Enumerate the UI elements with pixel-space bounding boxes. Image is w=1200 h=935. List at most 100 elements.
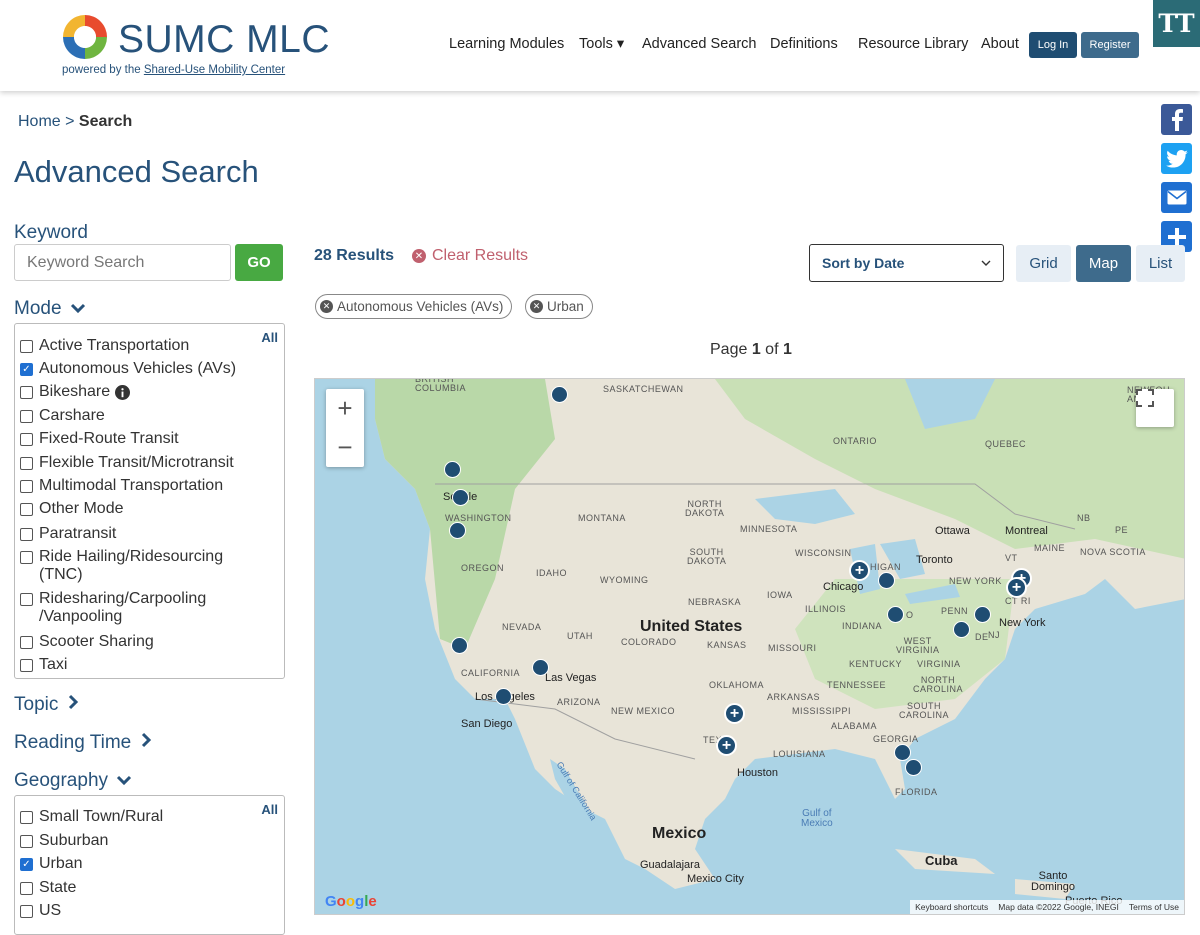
mode-option-carshare[interactable]: Carshare [20,407,105,425]
remove-chip-icon[interactable]: ✕ [320,300,333,313]
map-pin[interactable] [894,744,911,761]
filter-chip-urban[interactable]: ✕ Urban [525,294,593,319]
map-pin[interactable] [974,606,991,623]
checkbox[interactable] [20,811,33,824]
nav-learning-modules[interactable]: Learning Modules [449,36,564,52]
google-logo[interactable]: Google [325,893,377,910]
mode-toggle[interactable]: Mode [14,298,86,320]
facebook-share[interactable] [1161,104,1192,135]
remove-chip-icon[interactable]: ✕ [530,300,543,313]
mode-all-link[interactable]: All [261,330,278,345]
mode-option-ride-hailing[interactable]: Ride Hailing/Ridesourcing (TNC) [20,548,250,584]
filter-chip-avs[interactable]: ✕ Autonomous Vehicles (AVs) [315,294,513,319]
twitter-share[interactable] [1161,143,1192,174]
terms-of-use-link[interactable]: Terms of Use [1124,902,1184,912]
nav-resource-library[interactable]: Resource Library [858,36,968,52]
geo-option-state[interactable]: State [20,879,76,897]
map-label-mexico: Mexico [652,825,707,842]
nav-tools[interactable]: Tools ▾ [579,36,624,52]
map-pin[interactable] [551,386,568,403]
page-prefix: Page [710,341,752,358]
geo-option-suburban[interactable]: Suburban [20,832,108,850]
list-view-button[interactable]: List [1136,245,1185,282]
map-pin[interactable] [905,759,922,776]
checkbox[interactable] [20,636,33,649]
sumc-logo-icon[interactable] [60,12,110,62]
checkbox[interactable] [20,593,33,606]
geography-toggle[interactable]: Geography [14,770,132,792]
breadcrumb-home[interactable]: Home [18,113,61,130]
map-cluster[interactable]: + [1006,577,1027,598]
map-pin[interactable] [444,461,461,478]
checkbox[interactable] [20,386,33,399]
checkbox[interactable] [20,457,33,470]
map-view-button[interactable]: Map [1076,245,1131,282]
mode-option-taxi[interactable]: Taxi [20,656,67,674]
map-pin[interactable] [878,572,895,589]
checkbox[interactable] [20,659,33,672]
map-pin[interactable] [449,522,466,539]
sort-select[interactable]: Sort by Date [809,244,1004,282]
map-pin[interactable] [451,637,468,654]
mode-option-other[interactable]: Other Mode [20,500,123,518]
email-share[interactable] [1161,182,1192,213]
map-fullscreen-button[interactable] [1136,389,1174,427]
checkbox[interactable] [20,340,33,353]
map-label-illinois: ILLINOIS [805,604,847,614]
chevron-right-icon [141,732,151,748]
checkbox[interactable] [20,551,33,564]
map-cluster[interactable]: + [716,735,737,756]
checkbox-checked[interactable]: ✓ [20,858,33,871]
map-label-wisconsin: WISCONSIN [795,548,852,558]
geography-all-link[interactable]: All [261,802,278,817]
map-pin[interactable] [452,489,469,506]
keyword-search-input[interactable]: Keyword Search [14,244,231,281]
mode-option-fixed-route[interactable]: Fixed-Route Transit [20,430,179,448]
map-pin[interactable] [953,621,970,638]
topic-toggle[interactable]: Topic [14,694,79,716]
reading-time-toggle[interactable]: Reading Time [14,732,152,754]
geo-option-small-town[interactable]: Small Town/Rural [20,808,163,826]
checkbox[interactable] [20,528,33,541]
map-pin[interactable] [532,659,549,676]
text-size-button[interactable]: TT [1153,0,1200,47]
checkbox[interactable] [20,480,33,493]
checkbox[interactable] [20,503,33,516]
mode-option-ridesharing[interactable]: Ridesharing/Carpooling /Vanpooling [20,590,220,626]
zoom-in-button[interactable]: + [326,389,364,428]
geo-option-us[interactable]: US [20,902,61,920]
checkbox-checked[interactable]: ✓ [20,363,33,376]
checkbox[interactable] [20,905,33,918]
mode-option-active-transportation[interactable]: Active Transportation [20,337,189,355]
checkbox[interactable] [20,882,33,895]
keyboard-shortcuts-link[interactable]: Keyboard shortcuts [910,902,993,912]
grid-view-button[interactable]: Grid [1016,245,1071,282]
register-button[interactable]: Register [1081,32,1139,58]
nav-about[interactable]: About [981,36,1019,52]
clear-results-button[interactable]: ✕ Clear Results [412,247,528,265]
map-cluster[interactable]: + [724,703,745,724]
sumc-link[interactable]: Shared-Use Mobility Center [144,64,285,76]
map-cluster[interactable]: + [849,560,870,581]
geo-option-urban[interactable]: ✓ Urban [20,855,83,873]
mode-option-bikeshare[interactable]: Bikeshare [20,383,131,401]
checkbox[interactable] [20,835,33,848]
checkbox[interactable] [20,410,33,423]
checkbox[interactable] [20,433,33,446]
map-pin[interactable] [887,606,904,623]
zoom-out-button[interactable]: − [326,428,364,467]
mode-option-scooter[interactable]: Scooter Sharing [20,633,154,651]
mode-option-flexible-transit[interactable]: Flexible Transit/Microtransit [20,454,234,472]
mode-option-multimodal[interactable]: Multimodal Transportation [20,477,223,495]
login-button[interactable]: Log In [1029,32,1077,58]
map-label-west-virginia: WEST VIRGINIA [896,636,940,655]
nav-definitions[interactable]: Definitions [770,36,838,52]
mode-option-avs[interactable]: ✓ Autonomous Vehicles (AVs) [20,360,236,378]
info-icon[interactable] [115,385,131,400]
brand-name[interactable]: SUMC MLC [118,18,330,62]
go-button[interactable]: GO [235,244,283,281]
map-pin[interactable] [495,688,512,705]
mode-option-paratransit[interactable]: Paratransit [20,525,116,543]
nav-advanced-search[interactable]: Advanced Search [642,36,756,52]
results-map[interactable]: BRITISH COLUMBIA SASKATCHEWAN ONTARIO QU… [314,378,1185,915]
